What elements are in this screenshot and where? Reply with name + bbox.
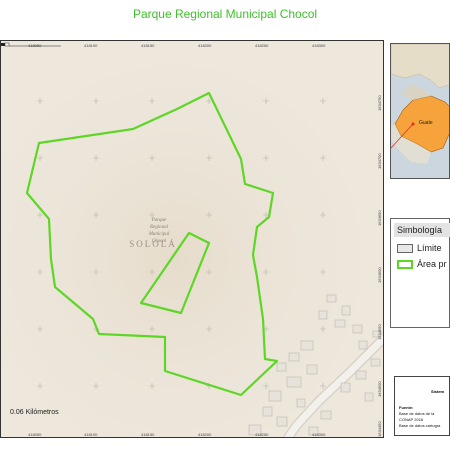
coord-right: 1634600	[377, 267, 382, 283]
park-label-line: Regional	[149, 225, 169, 230]
source-line: Fuente:	[399, 405, 414, 410]
coord-top: 418100	[84, 43, 98, 48]
inset-map[interactable]: Guate	[390, 43, 450, 179]
map-title: Parque Regional Municipal Chocol	[132, 7, 318, 21]
park-label-line: Municipal	[148, 232, 170, 237]
main-map[interactable]: Parque Regional Municipal Chocol SOLOLÁ …	[0, 40, 384, 438]
source-line: Base de datos de la	[399, 411, 435, 416]
place-label: SOLOLÁ	[129, 239, 177, 249]
map-canvas: Parque Regional Municipal Chocol SOLOLÁ	[1, 41, 383, 437]
inset-label: Guate	[419, 120, 433, 126]
inset-canvas: Guate	[391, 44, 449, 178]
coord-right: 1634550	[377, 324, 382, 340]
coord-top: 418200	[198, 43, 212, 48]
coord-right: 1634500	[377, 381, 382, 397]
coord-right: 1634650	[377, 210, 382, 226]
source-line: CONAP 2016	[399, 417, 424, 422]
legend-panel: Simbología Límite Área pr	[390, 218, 450, 328]
coord-bottom: 418100	[84, 432, 98, 437]
source-box: Sistem Fuente: Base de datos de la CONAP…	[394, 376, 450, 436]
coord-bottom: 418150	[141, 432, 155, 437]
legend-item-area: Área pr	[397, 259, 447, 270]
coord-right: 1634700	[377, 153, 382, 169]
coord-top: 418300	[312, 43, 326, 48]
legend-label: Área pr	[417, 259, 447, 269]
coord-right: 1634750	[377, 95, 382, 111]
coord-top: 418150	[141, 43, 155, 48]
coord-bottom: 418300	[312, 432, 326, 437]
source-heading: Sistem	[431, 389, 445, 394]
coord-right: 1634450	[377, 421, 382, 437]
legend-title: Simbología	[394, 223, 450, 237]
scale-bar	[1, 42, 61, 47]
coord-bottom: 418250	[255, 432, 269, 437]
legend-item-limit: Límite	[397, 243, 442, 254]
coord-top: 418250	[255, 43, 269, 48]
scale-label: 0.06 Kilómetros	[10, 409, 59, 416]
source-line: Base de datos cartogra	[399, 423, 441, 428]
legend-swatch	[397, 260, 413, 270]
legend-swatch	[397, 244, 413, 254]
park-label-line: Parque	[151, 218, 167, 223]
coord-bottom: 418050	[28, 432, 42, 437]
legend-label: Límite	[417, 243, 442, 253]
coord-bottom: 418200	[198, 432, 212, 437]
